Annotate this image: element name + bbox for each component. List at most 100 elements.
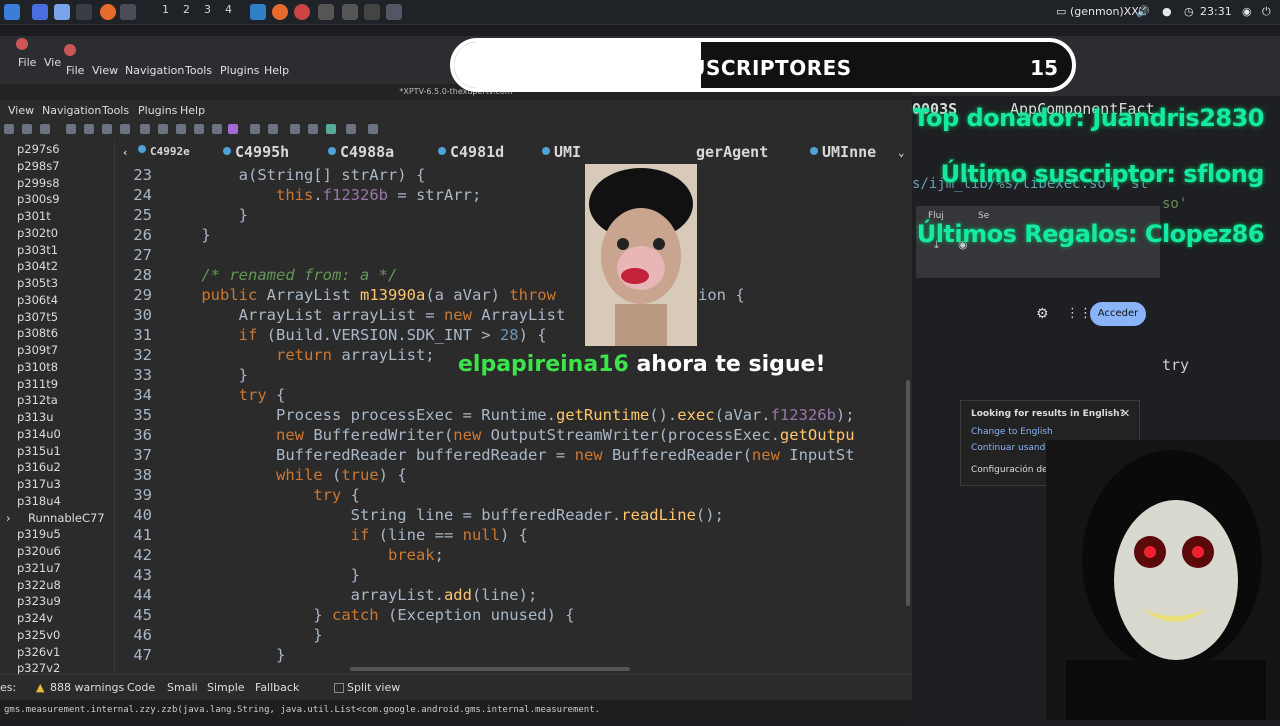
tree-item[interactable]: p323u9 bbox=[17, 594, 61, 610]
split-view-checkbox[interactable] bbox=[334, 683, 344, 693]
menu-item[interactable]: Plugins bbox=[138, 104, 177, 117]
forward-icon[interactable] bbox=[268, 124, 278, 134]
toolbar-icon[interactable] bbox=[290, 124, 300, 134]
toolbar-icon[interactable] bbox=[308, 124, 318, 134]
tree-item[interactable]: p324v bbox=[17, 611, 53, 627]
volume-icon[interactable]: 🔊 bbox=[1136, 5, 1150, 18]
user-icon[interactable]: ◉ bbox=[1242, 5, 1252, 18]
view-code-tab[interactable]: Code bbox=[127, 681, 155, 694]
toolbar-icon[interactable] bbox=[228, 124, 238, 134]
code-line[interactable]: public ArrayList m13990a(a aVar) throw bbox=[164, 286, 556, 304]
tree-item[interactable]: p313u bbox=[17, 410, 54, 426]
tree-item[interactable]: p305t3 bbox=[17, 276, 58, 292]
settings-icon[interactable] bbox=[318, 4, 334, 20]
power-icon[interactable]: ⏻ bbox=[1262, 5, 1271, 19]
code-line[interactable]: } bbox=[164, 646, 285, 664]
toolbar-icon[interactable] bbox=[22, 124, 32, 134]
code-line[interactable]: /* renamed from: a */ bbox=[164, 266, 397, 284]
tab[interactable]: C4981d bbox=[438, 143, 504, 161]
toolbar-icon[interactable] bbox=[102, 124, 112, 134]
app-menu-icon[interactable] bbox=[4, 4, 20, 20]
code-line[interactable]: if (line == null) { bbox=[164, 526, 528, 544]
obs-icon[interactable] bbox=[294, 4, 310, 20]
tree-item[interactable]: p312ta bbox=[17, 393, 58, 409]
toolbar-icon[interactable] bbox=[212, 124, 222, 134]
search-icon[interactable] bbox=[140, 124, 150, 134]
firefox-icon[interactable] bbox=[100, 4, 116, 20]
tree-item[interactable]: p314u0 bbox=[17, 427, 61, 443]
code-line[interactable]: if (Build.VERSION.SDK_INT > 28) { bbox=[164, 326, 547, 344]
tree-item[interactable]: p308t6 bbox=[17, 326, 58, 342]
tree-item[interactable]: p317u3 bbox=[17, 477, 61, 493]
workspace-2[interactable]: 2 bbox=[183, 3, 190, 16]
popup-option[interactable]: Change to English bbox=[971, 427, 1053, 437]
terminal-task-icon[interactable] bbox=[364, 4, 380, 20]
tab[interactable]: gerAgent bbox=[696, 143, 768, 161]
warnings-count[interactable]: 888 warnings bbox=[50, 681, 124, 694]
bg-menu-item[interactable]: Help bbox=[264, 64, 289, 77]
tab-menu-chevron-icon[interactable]: ⌄ bbox=[898, 146, 905, 159]
code-line[interactable]: } bbox=[164, 566, 360, 584]
firefox-task-icon[interactable] bbox=[272, 4, 288, 20]
back-icon[interactable] bbox=[250, 124, 260, 134]
tree-item[interactable]: p318u4 bbox=[17, 494, 61, 510]
tree-item[interactable]: p316u2 bbox=[17, 460, 61, 476]
tab[interactable]: UMI bbox=[542, 143, 581, 161]
close-icon[interactable]: ✕ bbox=[1121, 407, 1130, 420]
code-line[interactable]: ArrayList arrayList = new ArrayList bbox=[164, 306, 566, 324]
code-line[interactable]: } bbox=[164, 226, 210, 244]
code-line[interactable]: arrayList.add(line); bbox=[164, 586, 538, 604]
menu-item[interactable]: Tools bbox=[102, 104, 129, 117]
tab[interactable]: C4988a bbox=[328, 143, 394, 161]
tree-item[interactable]: p309t7 bbox=[17, 343, 58, 359]
tab[interactable]: C4995h bbox=[223, 143, 289, 161]
wrench-icon[interactable] bbox=[368, 124, 378, 134]
tree-item[interactable]: p315u1 bbox=[17, 444, 61, 460]
tree-item[interactable]: p319u5 bbox=[17, 527, 61, 543]
tree-item[interactable]: p320u6 bbox=[17, 544, 61, 560]
view-smali-tab[interactable]: Smali bbox=[167, 681, 198, 694]
code-line[interactable]: new BufferedWriter(new OutputStreamWrite… bbox=[164, 426, 855, 444]
tab-active[interactable]: C4992e bbox=[138, 145, 190, 158]
menu-item[interactable]: Help bbox=[180, 104, 205, 117]
workspace-4[interactable]: 4 bbox=[225, 3, 232, 16]
tree-item[interactable]: p300s9 bbox=[17, 192, 60, 208]
code-line[interactable]: break; bbox=[164, 546, 444, 564]
code-line[interactable]: try { bbox=[164, 386, 286, 404]
window-icon[interactable] bbox=[120, 4, 136, 20]
toolbar-icon[interactable] bbox=[120, 124, 130, 134]
bg-menu-item[interactable]: View bbox=[92, 64, 118, 77]
bg-menu-item[interactable]: Navigation bbox=[125, 64, 184, 77]
toolbar-icon[interactable] bbox=[84, 124, 94, 134]
code-line[interactable]: try { bbox=[164, 486, 360, 504]
tree-item[interactable]: p303t1 bbox=[17, 243, 58, 259]
tree-item[interactable]: p301t bbox=[17, 209, 51, 225]
tree-item[interactable]: p304t2 bbox=[17, 259, 58, 275]
code-line[interactable]: a(String[] strArr) { bbox=[164, 166, 426, 184]
tree-item[interactable]: p322u8 bbox=[17, 578, 61, 594]
apps-grid-icon[interactable]: ⋮⋮ bbox=[1066, 306, 1092, 321]
tree-item[interactable]: RunnableC77 bbox=[28, 511, 105, 527]
file-manager-icon[interactable] bbox=[54, 4, 70, 20]
tree-item[interactable]: p302t0 bbox=[17, 226, 58, 242]
toolbar-icon[interactable] bbox=[66, 124, 76, 134]
tree-item[interactable]: p310t8 bbox=[17, 360, 58, 376]
toolbar-icon[interactable] bbox=[158, 124, 168, 134]
popup-option[interactable]: Configuración del bbox=[971, 465, 1050, 475]
bg-menu-item[interactable]: File bbox=[66, 64, 84, 77]
sign-in-button[interactable]: Acceder bbox=[1090, 302, 1146, 326]
tree-item[interactable]: p325v0 bbox=[17, 628, 60, 644]
gear-icon[interactable]: ⚙ bbox=[1036, 306, 1049, 322]
tree-item[interactable]: p326v1 bbox=[17, 645, 60, 661]
code-line[interactable]: } bbox=[164, 206, 248, 224]
notification-icon[interactable]: ● bbox=[1162, 5, 1172, 18]
code-editor[interactable]: 23 a(String[] strArr) {24 this.f12326b =… bbox=[118, 164, 908, 670]
app-task-icon[interactable] bbox=[386, 4, 402, 20]
code-line[interactable]: while (true) { bbox=[164, 466, 407, 484]
tree-item[interactable]: p306t4 bbox=[17, 293, 58, 309]
tree-item[interactable]: p298s7 bbox=[17, 159, 60, 175]
popup-option[interactable]: Continuar usando bbox=[971, 443, 1051, 453]
terminal-icon[interactable] bbox=[76, 4, 92, 20]
code-line[interactable]: String line = bufferedReader.readLine(); bbox=[164, 506, 724, 524]
tree-item[interactable]: p299s8 bbox=[17, 176, 60, 192]
